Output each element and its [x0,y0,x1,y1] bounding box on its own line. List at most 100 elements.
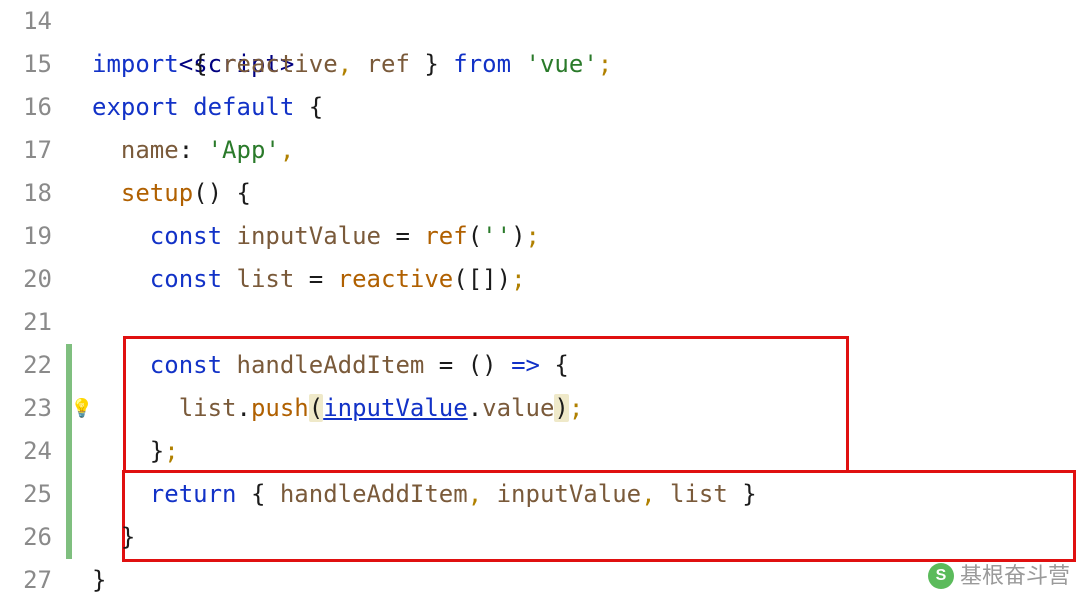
line-number: 16 [0,86,66,129]
kw-const: const [150,265,222,293]
code-line[interactable]: 15 import { reactive, ref } from 'vue'; [0,43,1080,86]
code-content[interactable]: } [92,516,1080,559]
watermark-text: 基根奋斗营 [960,554,1070,597]
string-vue: 'vue' [526,50,598,78]
code-content[interactable]: list.push(inputValue.value); [92,387,1080,430]
gutter-icon-col[interactable]: 💡 [72,387,92,430]
kw-return: return [150,480,237,508]
code-line[interactable]: 26 } [0,516,1080,559]
paren-close: ) [208,179,222,207]
call-push: push [251,394,309,422]
code-editor[interactable]: 14 <script> 15 import { reactive, ref } … [0,0,1080,607]
gutter-icon-col [72,0,92,43]
code-line[interactable]: 21 [0,301,1080,344]
semicolon: ; [511,265,525,293]
string-empty: '' [482,222,511,250]
code-content[interactable]: import { reactive, ref } from 'vue'; [92,43,1080,86]
paren-open: ( [468,222,482,250]
paren-open: ( [468,351,482,379]
code-content[interactable]: const inputValue = ref(''); [92,215,1080,258]
kw-export: export [92,93,179,121]
code-line[interactable]: 20 const list = reactive([]); [0,258,1080,301]
code-line[interactable]: 16 export default { [0,86,1080,129]
brace-open: { [309,93,323,121]
code-line[interactable]: 22 const handleAddItem = () => { [0,344,1080,387]
brace-close: } [150,437,164,465]
ident-list: list [670,480,728,508]
gutter-icon-col [72,344,92,387]
code-line[interactable]: 17 name: 'App', [0,129,1080,172]
line-number: 21 [0,301,66,344]
code-line[interactable]: 25 return { handleAddItem, inputValue, l… [0,473,1080,516]
kw-const: const [150,222,222,250]
code-content[interactable] [92,301,1080,344]
comma: , [280,136,294,164]
watermark-icon: S [928,563,954,589]
line-number: 17 [0,129,66,172]
kw-const: const [150,351,222,379]
ident-handleadditem: handleAddItem [237,351,425,379]
code-content[interactable]: const list = reactive([]); [92,258,1080,301]
code-content[interactable]: }; [92,430,1080,473]
line-number: 15 [0,43,66,86]
line-number: 26 [0,516,66,559]
bracket-close: ] [482,265,496,293]
paren-open: ( [193,179,207,207]
line-number: 22 [0,344,66,387]
dot: . [468,394,482,422]
code-line[interactable]: 14 <script> [0,0,1080,43]
code-content[interactable]: const handleAddItem = () => { [92,344,1080,387]
eq: = [309,265,323,293]
method-setup: setup [121,179,193,207]
line-number: 18 [0,172,66,215]
code-content[interactable]: export default { [92,86,1080,129]
kw-default: default [193,93,294,121]
gutter-icon-col [72,301,92,344]
code-content[interactable]: return { handleAddItem, inputValue, list… [92,473,1080,516]
code-line[interactable]: 19 const inputValue = ref(''); [0,215,1080,258]
code-line[interactable]: 24 }; [0,430,1080,473]
comma: , [338,50,352,78]
kw-import: import [92,50,179,78]
code-line[interactable]: 23 💡 list.push(inputValue.value); [0,387,1080,430]
brace-open: { [554,351,568,379]
semicolon: ; [569,394,583,422]
watermark: S 基根奋斗营 [928,554,1070,597]
comma: , [468,480,482,508]
paren-open-matched: ( [309,394,323,422]
brace-close: } [121,523,135,551]
ident-value: value [482,394,554,422]
call-reactive: reactive [338,265,454,293]
code-content[interactable]: name: 'App', [92,129,1080,172]
line-number: 14 [0,0,66,43]
code-content[interactable]: <script> [92,0,1080,43]
arrow: => [511,351,540,379]
brace-close: } [92,566,106,594]
paren-close: ) [482,351,496,379]
brace-open: { [251,480,265,508]
paren-close: ) [511,222,525,250]
code-line[interactable]: 18 setup() { [0,172,1080,215]
ident-list: list [237,265,295,293]
lightbulb-icon[interactable]: 💡 [71,387,93,430]
line-number: 20 [0,258,66,301]
ident-inputvalue: inputValue [497,480,642,508]
colon: : [179,136,193,164]
brace-close: } [424,50,438,78]
eq: = [439,351,453,379]
code-line[interactable]: 27 } [0,559,1080,602]
gutter-icon-col [72,516,92,559]
brace-open: { [193,50,207,78]
semicolon: ; [598,50,612,78]
gutter-icon-col [72,559,92,602]
paren-close-matched: ) [554,394,568,422]
ident-list: list [179,394,237,422]
code-content[interactable]: setup() { [92,172,1080,215]
call-ref: ref [424,222,467,250]
gutter-icon-col [72,129,92,172]
semicolon: ; [526,222,540,250]
line-number: 23 [0,387,66,430]
line-number: 24 [0,430,66,473]
link-inputvalue[interactable]: inputValue [323,394,468,422]
comma: , [641,480,655,508]
